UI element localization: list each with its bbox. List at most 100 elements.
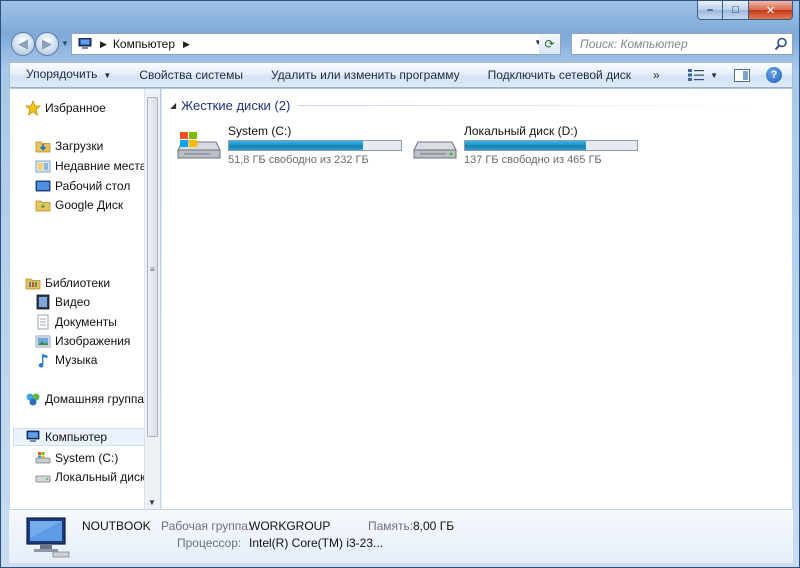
sidebar-item-music[interactable]: Музыка [35,351,97,369]
sidebar-item-pictures[interactable]: Изображения [35,332,130,350]
sidebar-item-favorites[interactable]: Избранное [24,99,106,117]
refresh-icon: ⟳ [544,37,555,51]
hard-drive-icon [412,124,458,164]
search-box [571,33,793,55]
close-button[interactable]: ✕ [749,1,793,20]
sidebar-item-system-c[interactable]: System (C:) [35,449,118,467]
downloads-folder-icon [35,138,51,154]
sidebar-item-label: Домашняя группа [45,392,144,406]
change-view-icon[interactable] [688,69,705,81]
system-drive-icon [35,450,51,466]
workgroup-label: Рабочая группа: [161,519,252,533]
breadcrumb-chevron-icon[interactable]: ▶ [100,39,107,50]
collapse-arrow-icon[interactable]: ◢ [170,101,176,110]
navigation-scrollbar[interactable]: ≡ ▼ [144,89,160,509]
recent-places-icon [35,158,51,174]
sidebar-item-recent-places[interactable]: Недавние места [35,157,144,175]
group-divider [298,105,770,106]
music-note-icon [35,352,51,368]
sidebar-item-label: Google Диск [55,198,124,212]
workgroup-value: WORKGROUP [249,519,331,533]
forward-button[interactable]: ▶ [35,32,59,56]
organize-label: Упорядочить [26,67,98,81]
refresh-button[interactable]: ⟳ [539,33,561,55]
sidebar-item-label: Документы [55,315,117,329]
pictures-library-icon [35,333,51,349]
processor-value: Intel(R) Core(TM) i3-23... [249,536,384,550]
documents-library-icon [35,314,51,330]
scrollbar-thumb[interactable]: ≡ [147,97,158,437]
computer-icon [23,516,71,558]
content-pane: ◢ Жесткие диски (2) System (C:) 51,8 ГБ … [161,89,792,509]
sidebar-item-libraries[interactable]: Библиотеки [25,274,110,292]
drive-name: Локальный диск (D:) [464,124,578,138]
drive-info: System (C:) 51,8 ГБ свободно из 232 ГБ [228,124,402,166]
sidebar-item-downloads[interactable]: Загрузки [35,137,103,155]
computer-name: NOUTBOOK [82,519,151,533]
libraries-icon [25,275,41,291]
search-icon[interactable] [774,37,788,51]
memory-label: Память: [368,519,414,533]
back-button[interactable]: ◀ [11,32,35,56]
explorer-window: – □ ✕ ◀ ▶ ▼ ▶ Компьютер ▶ ▼ ⟳ [0,0,800,568]
sidebar-item-videos[interactable]: Видео [35,293,90,311]
sidebar-item-label: System (C:) [55,451,119,465]
system-properties-button[interactable]: Свойства системы [125,63,257,87]
processor-label: Процессор: [177,536,242,550]
sidebar-item-label: Изображения [55,334,131,348]
toolbar-right: ▼ ? [688,63,792,87]
drive-free-space: 51,8 ГБ свободно из 232 ГБ [228,154,369,166]
drive-info: Локальный диск (D:) 137 ГБ свободно из 4… [464,124,638,166]
desktop-icon [35,178,51,194]
address-row: ◀ ▶ ▼ ▶ Компьютер ▶ ▼ ⟳ [9,31,793,57]
sidebar-item-label: Библиотеки [45,276,111,290]
minimize-button[interactable]: – [697,1,723,20]
preview-pane-icon[interactable] [734,68,750,82]
homegroup-icon [25,391,41,407]
navigation-pane: Избранное Загрузки Недавние места Рабочи… [10,89,144,509]
video-library-icon [35,294,51,310]
organize-button[interactable]: Упорядочить ▼ [10,62,125,88]
memory-value: 8,00 ГБ [413,519,455,533]
drive-item-c[interactable]: System (C:) 51,8 ГБ свободно из 232 ГБ [176,124,402,166]
breadcrumb-computer[interactable]: Компьютер [113,37,175,51]
forward-arrow-icon: ▶ [42,36,52,51]
sidebar-item-label: Загрузки [55,139,104,153]
caption-buttons: – □ ✕ [697,1,793,20]
command-bar: Упорядочить ▼ Свойства системы Удалить ил… [9,62,793,88]
hard-drive-icon [35,469,51,485]
scroll-down-arrow-icon[interactable]: ▼ [148,498,156,507]
more-commands-button[interactable]: » [645,68,668,82]
drive-usage-fill [229,141,363,150]
computer-icon [78,37,92,50]
sidebar-item-label: Локальный диск [55,470,144,484]
hard-drives-group-header[interactable]: ◢ Жесткие диски (2) [170,98,770,113]
sidebar-item-label: Недавние места [55,159,144,173]
sidebar-item-google-drive[interactable]: Google Диск [35,196,123,214]
details-pane: NOUTBOOK Рабочая группа: WORKGROUP Памят… [9,509,793,563]
group-title: Жесткие диски (2) [181,98,291,113]
map-network-drive-button[interactable]: Подключить сетевой диск [474,63,645,87]
drive-usage-fill [465,141,587,150]
breadcrumb-chevron-icon[interactable]: ▶ [183,39,190,50]
sidebar-item-desktop[interactable]: Рабочий стол [35,177,130,195]
address-bar[interactable]: ▶ Компьютер ▶ ▼ [71,33,549,55]
drive-free-space: 137 ГБ свободно из 465 ГБ [464,154,602,166]
search-input[interactable] [572,34,762,54]
sidebar-item-local-disk[interactable]: Локальный диск [35,468,144,486]
uninstall-program-button[interactable]: Удалить или изменить программу [257,63,474,87]
google-drive-folder-icon [35,197,51,213]
sidebar-item-documents[interactable]: Документы [35,313,117,331]
maximize-button[interactable]: □ [723,1,749,20]
view-options-dropdown[interactable]: ▼ [710,71,718,80]
system-drive-icon [176,124,222,164]
sidebar-item-label: Видео [55,295,91,309]
scrollbar-grip-icon: ≡ [150,265,155,274]
star-icon [24,99,42,116]
drive-item-d[interactable]: Локальный диск (D:) 137 ГБ свободно из 4… [412,124,638,166]
help-icon[interactable]: ? [766,67,782,83]
sidebar-item-label: Музыка [55,353,98,367]
recent-pages-dropdown[interactable]: ▼ [61,39,69,48]
sidebar-item-computer[interactable]: Компьютер [13,428,144,446]
sidebar-item-homegroup[interactable]: Домашняя группа [25,390,144,408]
